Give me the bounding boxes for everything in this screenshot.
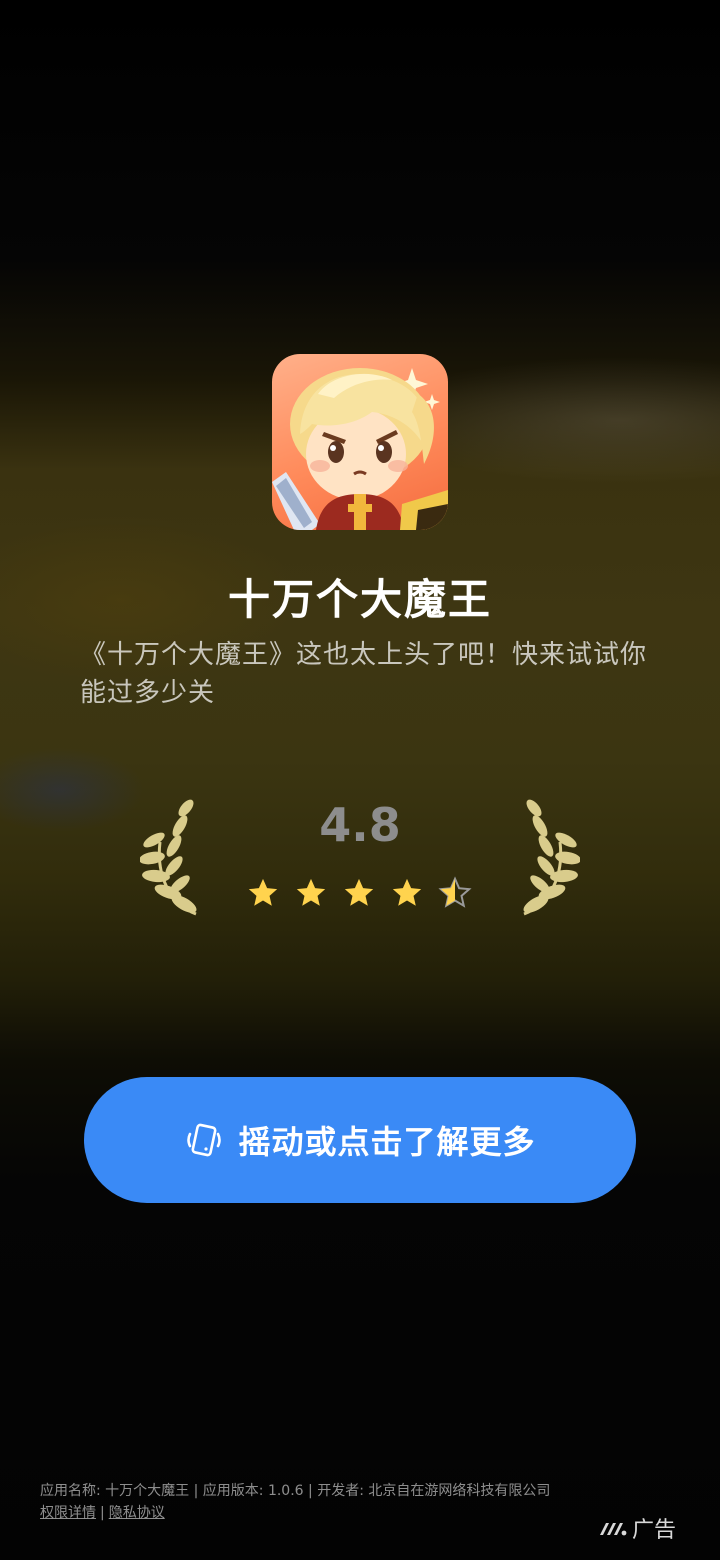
blurred-background (0, 0, 720, 1560)
shake-phone-icon (187, 1123, 222, 1157)
star-rating (246, 876, 476, 912)
permissions-link[interactable]: 权限详情 (40, 1505, 96, 1521)
privacy-link[interactable]: 隐私协议 (109, 1505, 165, 1521)
ad-label: 广告 (631, 1518, 676, 1543)
laurel-right-icon (523, 799, 580, 916)
ad-network-logo-icon (599, 1523, 627, 1536)
app-description: 《十万个大魔王》这也太上头了吧！快来试试你能过多少关 (80, 640, 648, 708)
star-half-icon (438, 876, 472, 908)
learn-more-label: 摇动或点击了解更多 (238, 1123, 536, 1161)
app-title: 十万个大魔王 (227, 575, 492, 624)
ad-badge: 广告 (598, 1512, 676, 1544)
app-icon (272, 354, 448, 530)
star-full-icon (248, 878, 278, 906)
star-full-icon (296, 878, 326, 906)
game-character-icon (272, 368, 448, 530)
footer-separator: | (100, 1505, 105, 1521)
app-info-footer: 应用名称: 十万个大魔王 | 应用版本: 1.0.6 | 开发者: 北京自在游网… (40, 1480, 570, 1524)
star-full-icon (344, 878, 374, 906)
rating-section: 4.8 (140, 790, 580, 930)
learn-more-button[interactable]: 摇动或点击了解更多 (84, 1077, 636, 1203)
app-info-text: 应用名称: 十万个大魔王 | 应用版本: 1.0.6 | 开发者: 北京自在游网… (40, 1483, 551, 1499)
star-full-icon (392, 878, 422, 906)
